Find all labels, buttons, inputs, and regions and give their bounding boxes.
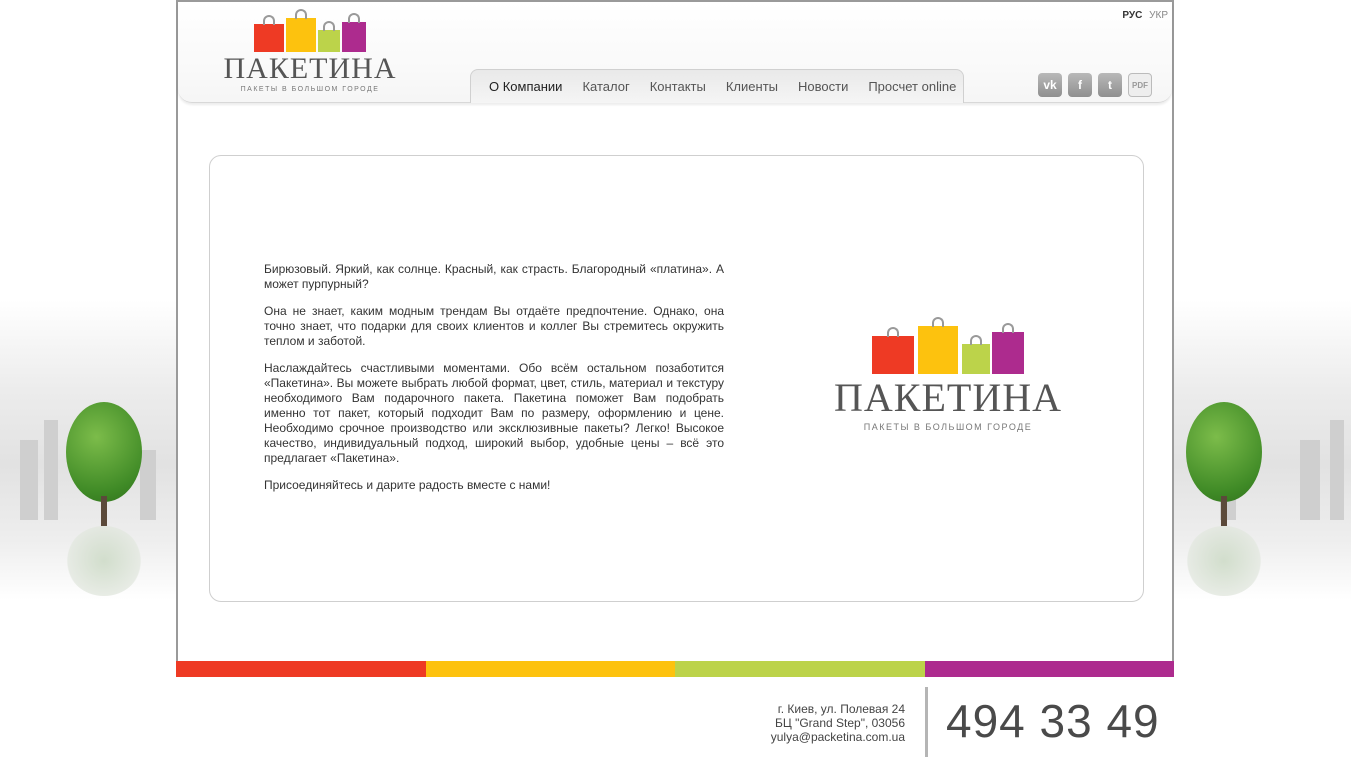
tree-left-icon xyxy=(66,402,142,502)
logo-subtitle: ПАКЕТЫ В БОЛЬШОМ ГОРОДЕ xyxy=(240,86,380,93)
address-line: г. Киев, ул. Полевая 24 xyxy=(777,702,905,716)
about-text: Бирюзовый. Яркий, как солнце. Красный, к… xyxy=(264,262,724,505)
nav-item-about[interactable]: О Компании xyxy=(489,79,562,94)
lang-ukr[interactable]: УКР xyxy=(1149,10,1168,21)
bags-icon xyxy=(254,9,366,52)
content-panel: Бирюзовый. Яркий, как солнце. Красный, к… xyxy=(209,155,1144,602)
email-link[interactable]: yulya@packetina.com.ua xyxy=(700,730,905,744)
language-switcher: РУС УКР xyxy=(1118,10,1168,21)
main-nav: О Компании Каталог Контакты Клиенты Ново… xyxy=(470,69,964,103)
content-logo: ПАКЕТИНА ПАКЕТЫ В БОЛЬШОМ ГОРОДЕ xyxy=(826,317,1070,436)
page-frame: ПАКЕТИНА ПАКЕТЫ В БОЛЬШОМ ГОРОДЕ РУС УКР… xyxy=(176,0,1174,676)
paragraph: Наслаждайтесь счастливыми моментами. Обо… xyxy=(264,361,724,465)
stripe-red xyxy=(176,661,426,677)
header: ПАКЕТИНА ПАКЕТЫ В БОЛЬШОМ ГОРОДЕ РУС УКР… xyxy=(178,2,1172,103)
logo[interactable]: ПАКЕТИНА ПАКЕТЫ В БОЛЬШОМ ГОРОДЕ xyxy=(220,9,400,100)
stripe-purple xyxy=(924,661,1174,677)
bags-icon xyxy=(872,317,1024,374)
footer-address: г. Киев, ул. Полевая 24 БЦ "Grand Step",… xyxy=(700,702,905,744)
stripe-green xyxy=(675,661,925,677)
color-stripe xyxy=(176,661,1174,677)
content-logo-title: ПАКЕТИНА xyxy=(834,375,1062,420)
stripe-yellow xyxy=(425,661,675,677)
nav-item-calc[interactable]: Просчет online xyxy=(868,79,956,94)
pdf-icon[interactable]: PDF xyxy=(1128,73,1152,97)
paragraph: Бирюзовый. Яркий, как солнце. Красный, к… xyxy=(264,262,724,291)
tree-right-icon xyxy=(1186,402,1262,502)
footer-divider xyxy=(925,687,928,757)
paragraph: Присоединяйтесь и дарите радость вместе … xyxy=(264,478,551,492)
twitter-icon[interactable]: t xyxy=(1098,73,1122,97)
logo-title: ПАКЕТИНА xyxy=(223,52,397,85)
address-line: БЦ "Grand Step", 03056 xyxy=(774,716,905,730)
content-logo-subtitle: ПАКЕТЫ В БОЛЬШОМ ГОРОДЕ xyxy=(863,422,1033,432)
nav-item-contacts[interactable]: Контакты xyxy=(650,79,706,94)
lang-rus[interactable]: РУС xyxy=(1122,10,1142,21)
facebook-icon[interactable]: f xyxy=(1068,73,1092,97)
paragraph: Она не знает, каким модным трендам Вы от… xyxy=(264,304,724,348)
nav-item-clients[interactable]: Клиенты xyxy=(726,79,778,94)
nav-item-catalog[interactable]: Каталог xyxy=(582,79,629,94)
phone-number: 494 33 49 xyxy=(946,695,1160,747)
social-links: vk f t PDF xyxy=(1038,73,1152,97)
nav-item-news[interactable]: Новости xyxy=(798,79,848,94)
vk-icon[interactable]: vk xyxy=(1038,73,1062,97)
